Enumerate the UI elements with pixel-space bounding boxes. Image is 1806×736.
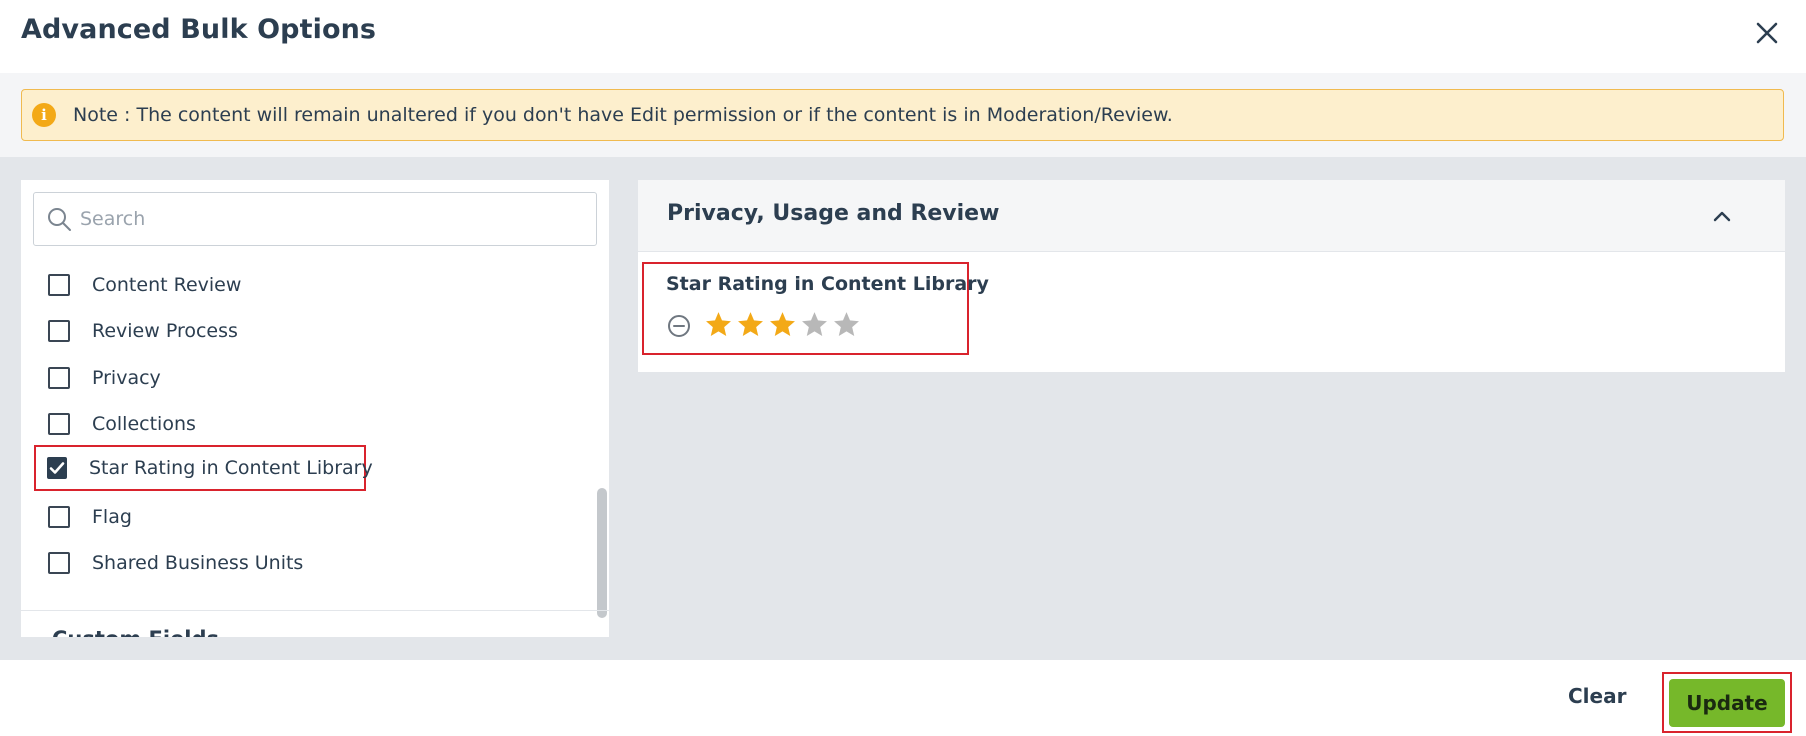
scrollbar[interactable] (597, 488, 607, 618)
checkbox-checked[interactable] (47, 457, 67, 479)
option-label: Shared Business Units (92, 552, 304, 574)
dialog-header: Advanced Bulk Options (0, 0, 1806, 73)
search-icon (48, 208, 71, 231)
update-highlight: Update (1662, 672, 1792, 733)
dialog-footer: Clear Update (0, 660, 1806, 736)
update-button[interactable]: Update (1669, 679, 1785, 727)
option-label: Collections (92, 413, 196, 435)
star-icon-4[interactable] (800, 310, 829, 339)
fields-panel: Privacy, Usage and Review Star Rating in… (638, 180, 1785, 372)
star-icon-1[interactable] (704, 310, 733, 339)
clear-rating-icon[interactable] (666, 313, 692, 339)
chevron-up-icon[interactable] (1708, 202, 1736, 230)
accordion-title: Privacy, Usage and Review (667, 201, 1000, 226)
options-panel: Content Review Review Process Privacy Co… (21, 180, 609, 637)
star-icon-3[interactable] (768, 310, 797, 339)
checkbox[interactable] (48, 320, 70, 342)
star-rating[interactable] (704, 310, 861, 339)
accordion-header[interactable]: Privacy, Usage and Review (638, 180, 1785, 252)
search-input[interactable] (80, 208, 560, 230)
option-star-rating[interactable]: Star Rating in Content Library (34, 445, 373, 491)
star-icon-5[interactable] (832, 310, 861, 339)
note-text: Note : The content will remain unaltered… (73, 104, 1173, 126)
option-collections[interactable]: Collections (33, 401, 196, 447)
star-icon-2[interactable] (736, 310, 765, 339)
option-content-review[interactable]: Content Review (33, 262, 241, 308)
option-label: Star Rating in Content Library (89, 457, 373, 479)
search-box[interactable] (33, 192, 597, 246)
chevron-down-icon[interactable]: ⌄ (555, 630, 568, 637)
checkbox[interactable] (48, 506, 70, 528)
option-shared-business-units[interactable]: Shared Business Units (33, 540, 303, 586)
option-label: Review Process (92, 320, 238, 342)
option-label: Content Review (92, 274, 242, 296)
note-area: i Note : The content will remain unalter… (0, 73, 1806, 157)
note-banner: i Note : The content will remain unalter… (21, 89, 1784, 141)
checkbox[interactable] (48, 552, 70, 574)
checkmark-icon (49, 462, 65, 474)
close-icon (1756, 22, 1778, 44)
close-button[interactable] (1750, 16, 1784, 50)
dialog-title: Advanced Bulk Options (21, 14, 377, 45)
option-review-process[interactable]: Review Process (33, 308, 238, 354)
checkbox[interactable] (48, 274, 70, 296)
checkbox[interactable] (48, 413, 70, 435)
custom-fields-section-title[interactable]: Custom Fields (52, 627, 219, 637)
option-flag[interactable]: Flag (33, 494, 132, 540)
star-rating-field: Star Rating in Content Library (642, 262, 989, 355)
checkbox[interactable] (48, 367, 70, 389)
info-icon: i (32, 103, 56, 127)
option-label: Privacy (92, 367, 161, 389)
divider (21, 610, 609, 611)
main-area: Content Review Review Process Privacy Co… (0, 157, 1806, 660)
clear-button[interactable]: Clear (1568, 684, 1626, 708)
option-label: Flag (92, 506, 132, 528)
option-privacy[interactable]: Privacy (33, 355, 161, 401)
field-label: Star Rating in Content Library (666, 273, 989, 295)
